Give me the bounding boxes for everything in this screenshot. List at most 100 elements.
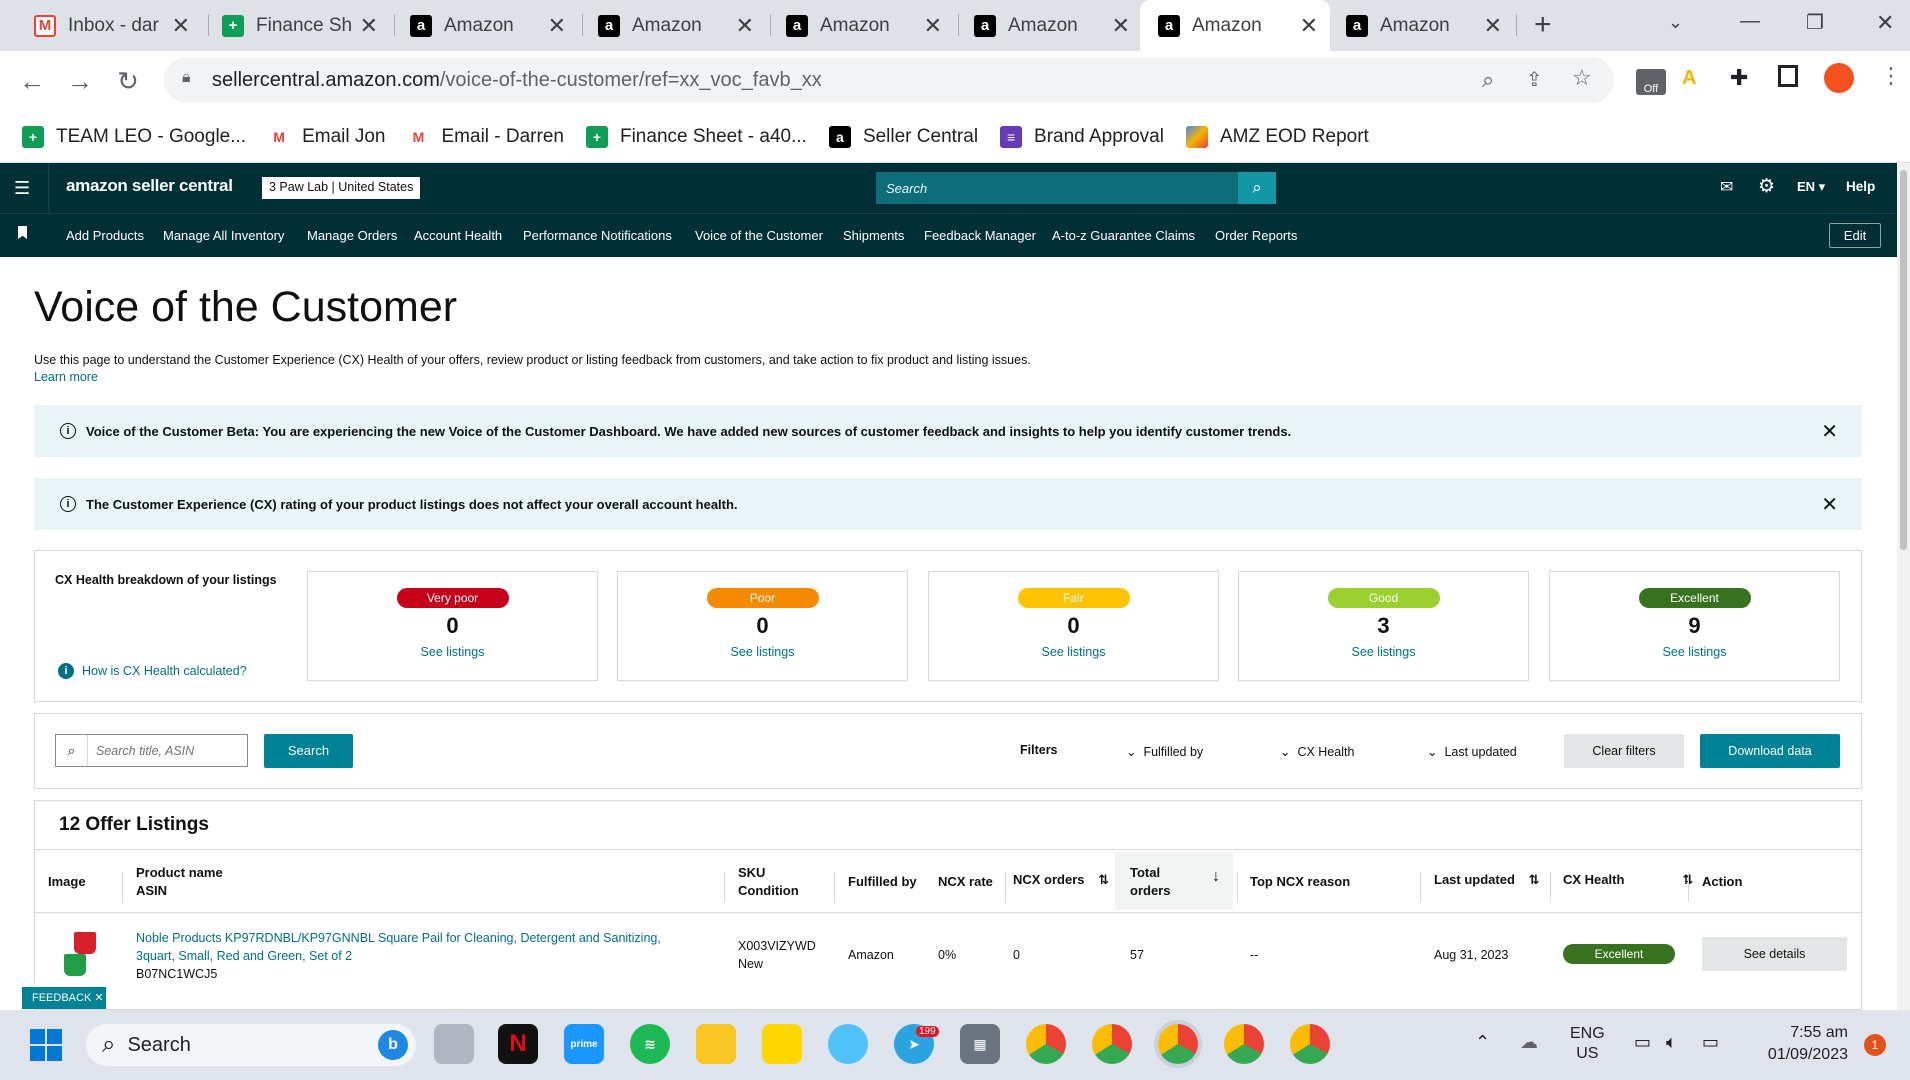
bookmark-seller-central[interactable]: a Seller Central bbox=[828, 125, 978, 148]
nav-manage-all-inventory[interactable]: Manage All Inventory bbox=[163, 228, 284, 243]
see-listings-link[interactable]: See listings bbox=[929, 645, 1218, 659]
clear-filters-button[interactable]: Clear filters bbox=[1564, 734, 1684, 768]
network-icon[interactable]: ▭ bbox=[1634, 1032, 1651, 1053]
scrollbar-thumb[interactable] bbox=[1900, 170, 1907, 550]
last-updated-filter[interactable]: ⌄ Last updated bbox=[1427, 744, 1517, 759]
share-icon[interactable]: ⇪ bbox=[1526, 67, 1543, 92]
close-icon[interactable]: ✕ bbox=[1112, 13, 1130, 39]
volume-icon[interactable]: 🔈︎ bbox=[1666, 1032, 1677, 1053]
restore-icon[interactable]: ❐ bbox=[1806, 10, 1824, 35]
listing-search-field[interactable]: ⌕ Search title, ASIN bbox=[55, 734, 248, 767]
nav-performance-notifications[interactable]: Performance Notifications bbox=[523, 228, 672, 243]
tab-amazon-active[interactable]: a Amazon ✕ bbox=[1140, 0, 1330, 51]
chrome-profile-4-icon[interactable] bbox=[1224, 1024, 1264, 1064]
bookmark-team-leo[interactable]: + TEAM LEO - Google... bbox=[22, 125, 246, 148]
nav-a-to-z-claims[interactable]: A-to-z Guarantee Claims bbox=[1052, 228, 1195, 243]
taskbar-search[interactable]: ⌕ Search b bbox=[86, 1024, 416, 1066]
download-data-button[interactable]: Download data bbox=[1700, 734, 1840, 768]
new-tab-icon[interactable]: + bbox=[1534, 8, 1552, 42]
feedback-tab[interactable]: FEEDBACK ✕ bbox=[22, 987, 106, 1009]
nav-voice-of-the-customer[interactable]: Voice of the Customer bbox=[695, 228, 823, 243]
show-hidden-icons-chevron-icon[interactable]: ⌃ bbox=[1475, 1032, 1490, 1053]
sort-icon[interactable]: ⇅ bbox=[1098, 872, 1109, 887]
product-name-link[interactable]: Noble Products KP97RDNBL/KP97GNNBL Squar… bbox=[136, 929, 716, 965]
close-icon[interactable]: ✕ bbox=[1821, 492, 1838, 517]
close-icon[interactable]: ✕ bbox=[360, 13, 378, 39]
bookmark-email-darren[interactable]: M Email - Darren bbox=[407, 125, 564, 148]
arrow-down-icon[interactable]: ↓ bbox=[1212, 868, 1220, 886]
close-icon[interactable]: ✕ bbox=[172, 13, 190, 39]
window-close-icon[interactable]: ✕ bbox=[1876, 10, 1894, 36]
cx-health-help-link[interactable]: i How is CX Health calculated? bbox=[58, 663, 247, 679]
hamburger-menu-icon[interactable]: ☰ bbox=[14, 178, 30, 199]
extension-off-icon[interactable]: Off bbox=[1636, 69, 1666, 95]
clock[interactable]: 7:55 am 01/09/2023 bbox=[1752, 1022, 1848, 1066]
tab-amazon-6[interactable]: a Amazon ✕ bbox=[1334, 0, 1514, 51]
see-details-button[interactable]: See details bbox=[1702, 937, 1847, 971]
mail-icon[interactable]: ✉ bbox=[1720, 177, 1733, 197]
extensions-puzzle-icon[interactable]: ✚ bbox=[1730, 65, 1748, 91]
netflix-icon[interactable]: N bbox=[498, 1024, 538, 1064]
prime-video-icon[interactable]: prime bbox=[564, 1024, 604, 1064]
nav-feedback-manager[interactable]: Feedback Manager bbox=[924, 228, 1036, 243]
close-icon[interactable]: ✕ bbox=[736, 13, 754, 39]
col-cx-health[interactable]: CX Health⇅ bbox=[1563, 871, 1693, 889]
file-explorer-icon[interactable] bbox=[696, 1024, 736, 1064]
tab-amazon-4[interactable]: a Amazon ✕ bbox=[962, 0, 1142, 51]
close-icon[interactable]: ✕ bbox=[1821, 419, 1838, 444]
col-ncx-orders[interactable]: NCX orders ⇅ bbox=[1013, 871, 1109, 889]
battery-icon[interactable]: ▭ bbox=[1702, 1032, 1719, 1053]
chrome-profile-1-icon[interactable] bbox=[1026, 1024, 1066, 1064]
nav-shipments[interactable]: Shipments bbox=[843, 228, 904, 243]
tab-finance-sheet[interactable]: + Finance She ✕ bbox=[210, 0, 390, 51]
task-view-icon[interactable] bbox=[434, 1024, 474, 1064]
chrome-profile-3-icon[interactable] bbox=[1158, 1024, 1198, 1064]
spotify-icon[interactable]: ≋ bbox=[630, 1024, 670, 1064]
see-listings-link[interactable]: See listings bbox=[1550, 645, 1839, 659]
tab-search-chevron-icon[interactable]: ⌄ bbox=[1668, 12, 1683, 33]
address-bar[interactable]: 🔒︎ sellercentral.amazon.com/voice-of-the… bbox=[164, 57, 1614, 103]
calculator-icon[interactable]: ▦ bbox=[960, 1024, 1000, 1064]
close-icon[interactable]: ✕ bbox=[1484, 13, 1502, 39]
onedrive-icon[interactable]: ☁ bbox=[1520, 1032, 1538, 1053]
close-icon[interactable]: ✕ bbox=[548, 13, 566, 39]
nav-order-reports[interactable]: Order Reports bbox=[1215, 228, 1297, 243]
bookmark-icon[interactable] bbox=[18, 226, 27, 239]
gear-icon[interactable]: ⚙ bbox=[1758, 175, 1775, 198]
listing-search-input[interactable]: Search title, ASIN bbox=[88, 744, 194, 758]
learn-more-link[interactable]: Learn more bbox=[34, 370, 98, 384]
chrome-profile-2-icon[interactable] bbox=[1092, 1024, 1132, 1064]
bookmark-amz-eod-report[interactable]: AMZ EOD Report bbox=[1185, 125, 1369, 148]
tab-amazon-2[interactable]: a Amazon ✕ bbox=[586, 0, 766, 51]
seller-central-logo[interactable]: amazon seller central bbox=[66, 176, 233, 196]
profile-avatar[interactable] bbox=[1824, 63, 1854, 93]
language-indicator[interactable]: ENG US bbox=[1570, 1024, 1605, 1064]
header-search-button[interactable]: ⌕ bbox=[1238, 172, 1276, 204]
sort-icon[interactable]: ⇅ bbox=[1529, 872, 1540, 887]
cx-health-filter[interactable]: ⌄ CX Health bbox=[1280, 744, 1354, 759]
see-listings-link[interactable]: See listings bbox=[1239, 645, 1528, 659]
help-link[interactable]: Help bbox=[1846, 179, 1875, 194]
nav-manage-orders[interactable]: Manage Orders bbox=[307, 228, 397, 243]
chrome-profile-5-icon[interactable] bbox=[1290, 1024, 1330, 1064]
back-icon[interactable]: ← bbox=[14, 63, 50, 99]
product-thumbnail[interactable] bbox=[58, 926, 102, 982]
nav-add-products[interactable]: Add Products bbox=[66, 228, 144, 243]
minimize-icon[interactable]: — bbox=[1740, 10, 1760, 33]
col-last-updated[interactable]: Last updated ⇅ bbox=[1434, 871, 1539, 889]
store-selector[interactable]: 3 Paw Lab | United States bbox=[262, 177, 421, 199]
fulfilled-by-filter[interactable]: ⌄ Fulfilled by bbox=[1126, 744, 1203, 759]
scout-extension-icon[interactable]: A bbox=[1682, 67, 1710, 95]
tab-amazon-3[interactable]: a Amazon ✕ bbox=[774, 0, 954, 51]
close-icon[interactable]: ✕ bbox=[924, 13, 942, 39]
listing-search-button[interactable]: Search bbox=[264, 734, 353, 768]
bookmark-star-icon[interactable]: ☆ bbox=[1572, 65, 1592, 91]
browser-menu-icon[interactable]: ⋮ bbox=[1880, 63, 1902, 89]
side-panel-icon[interactable] bbox=[1778, 65, 1798, 87]
bookmark-email-jon[interactable]: M Email Jon bbox=[268, 125, 386, 148]
header-search-input[interactable]: Search bbox=[876, 172, 1238, 204]
close-icon[interactable]: ✕ bbox=[94, 992, 103, 1004]
bookmark-finance-sheet[interactable]: + Finance Sheet - a40... bbox=[585, 125, 807, 148]
paint-icon[interactable] bbox=[828, 1024, 868, 1064]
nav-account-health[interactable]: Account Health bbox=[414, 228, 502, 243]
